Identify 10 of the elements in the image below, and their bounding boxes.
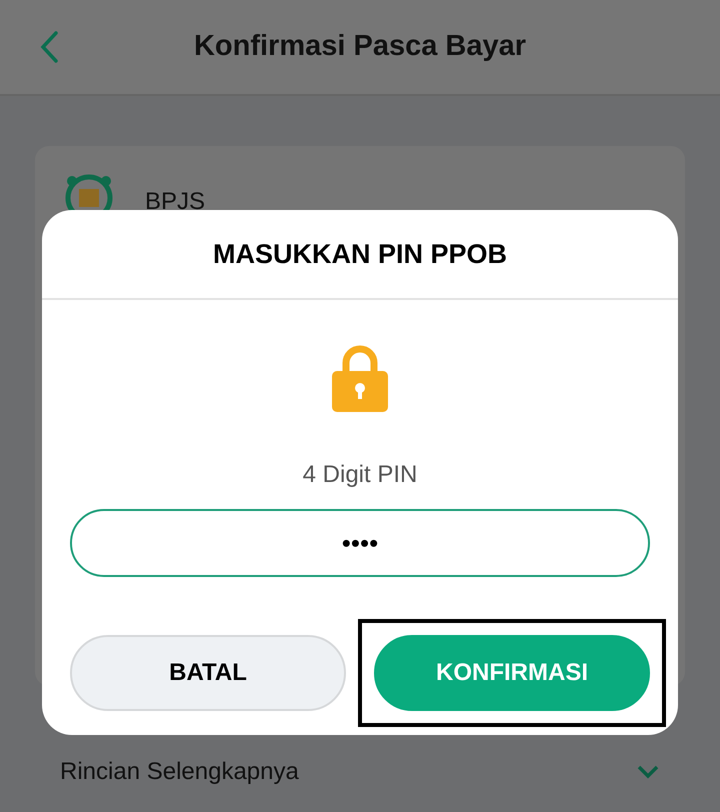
pin-label: 4 Digit PIN bbox=[302, 460, 418, 490]
chevron-down-icon[interactable] bbox=[636, 764, 660, 780]
pin-field[interactable]: •••• bbox=[70, 509, 650, 577]
back-icon[interactable] bbox=[38, 30, 60, 64]
lock-icon bbox=[331, 343, 389, 413]
page-title: Konfirmasi Pasca Bayar bbox=[192, 29, 528, 64]
dialog-title: MASUKKAN PIN PPOB bbox=[212, 238, 508, 271]
provider-name: BPJS bbox=[145, 187, 206, 217]
cancel-button[interactable]: BATAL bbox=[70, 635, 346, 711]
details-label: Rincian Selengkapnya bbox=[60, 757, 299, 787]
